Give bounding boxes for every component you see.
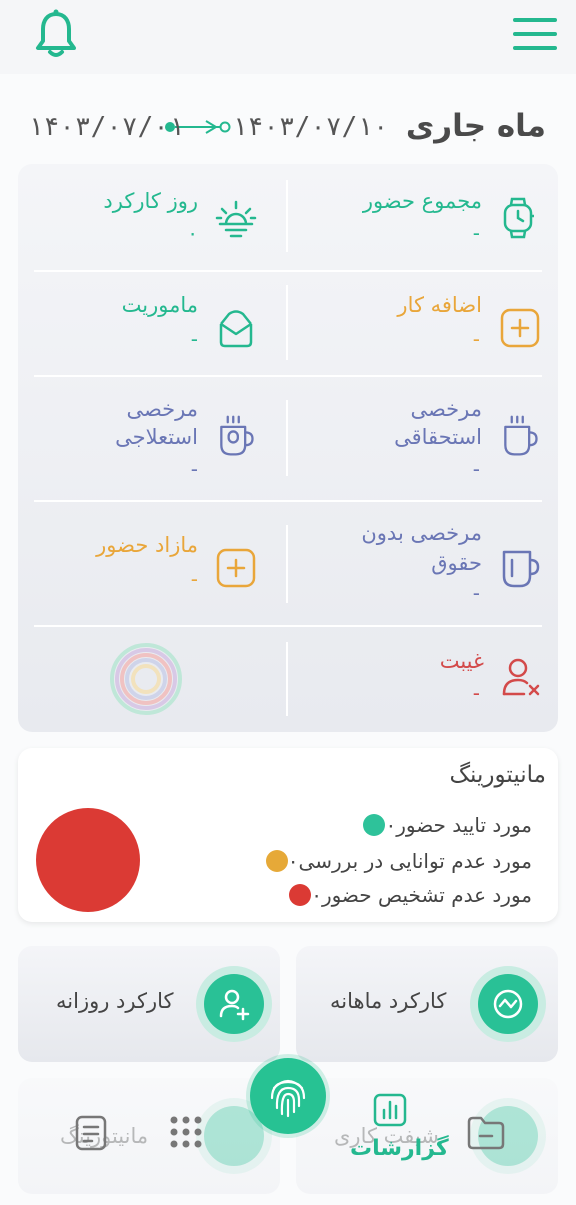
- sick-leave-value: -: [190, 457, 198, 481]
- sunrise-icon: [215, 200, 257, 238]
- plus-square-icon: [216, 548, 256, 588]
- entitled-leave-label-1: مرخصی: [410, 397, 482, 421]
- reports-chart-icon[interactable]: [372, 1092, 408, 1128]
- overtime-label: اضافه کار: [397, 293, 482, 317]
- divider: [286, 525, 288, 603]
- folder-icon[interactable]: [466, 1114, 506, 1152]
- legend-item: ۰ مورد عدم تشخیص حضور: [279, 880, 540, 910]
- divider: [286, 642, 288, 716]
- divider: [286, 400, 288, 476]
- work-days-label: روز کارکرد: [103, 189, 198, 213]
- monthly-work-icon[interactable]: [470, 966, 546, 1042]
- unpaid-leave-value: -: [472, 581, 480, 605]
- period-start-date: ۱۴۰۳/۰۷/۱۰: [232, 112, 389, 142]
- legend-dot-green: [363, 814, 386, 836]
- divider: [34, 375, 542, 377]
- unpaid-leave-label-2: حقوق: [431, 551, 482, 575]
- monitoring-pie-chart: [36, 808, 140, 912]
- monthly-work-label[interactable]: کارکرد ماهانه: [330, 989, 446, 1013]
- mission-label: ماموریت: [121, 293, 198, 317]
- monitoring-title: مانیتورینگ: [449, 762, 546, 788]
- user-remove-icon: [502, 658, 540, 696]
- fingerprint-button[interactable]: [250, 1058, 326, 1134]
- divider: [34, 625, 542, 627]
- summary-ring-icon: [110, 643, 182, 715]
- period-end-date: ۱۴۰۳/۰۷/۰۱: [28, 112, 185, 142]
- unpaid-leave-label-1: مرخصی بدون: [361, 521, 482, 545]
- legend-dot-red: [289, 884, 312, 906]
- legend-count: ۰: [385, 813, 397, 837]
- total-presence-label: مجموع حضور: [362, 189, 482, 213]
- work-days-value: ۰: [187, 221, 198, 245]
- list-document-icon[interactable]: [74, 1114, 108, 1152]
- sick-cup-icon: [220, 415, 254, 456]
- watch-icon: [503, 197, 534, 239]
- nav-reports-label[interactable]: گزارشات: [350, 1136, 449, 1161]
- bell-icon[interactable]: [34, 8, 78, 60]
- extra-presence-value: -: [190, 567, 198, 591]
- top-bar: [0, 0, 576, 74]
- legend-dot-orange: [265, 850, 288, 872]
- divider: [34, 270, 542, 272]
- legend-item: ۰ مورد عدم توانایی در بررسی: [256, 846, 540, 876]
- extra-presence-label: مازاد حضور: [96, 533, 198, 557]
- absence-label: غیبت: [439, 649, 484, 673]
- sick-leave-label-1: مرخصی: [126, 397, 198, 421]
- legend-count: ۰: [287, 849, 299, 873]
- sick-leave-label-2: استعلاجی: [115, 425, 198, 449]
- divider: [286, 180, 288, 252]
- absence-value: -: [472, 681, 480, 705]
- total-presence-value: -: [472, 221, 480, 245]
- daily-work-label[interactable]: کارکرد روزانه: [56, 989, 174, 1013]
- legend-label: مورد تایید حضور: [396, 813, 532, 837]
- plus-square-icon: [500, 308, 540, 348]
- period-title: ماه جاری: [405, 108, 546, 144]
- overtime-value: -: [472, 327, 480, 351]
- apps-grid-icon[interactable]: [168, 1114, 204, 1150]
- entitled-leave-label-2: استحقاقی: [394, 425, 482, 449]
- divider: [286, 285, 288, 360]
- coffee-cup-icon: [504, 415, 538, 456]
- legend-item: ۰ مورد تایید حضور: [353, 810, 540, 840]
- divider: [34, 500, 542, 502]
- entitled-leave-value: -: [472, 457, 480, 481]
- hamburger-menu-icon[interactable]: [510, 16, 560, 52]
- mug-icon: [502, 550, 540, 588]
- briefcase-icon: [219, 310, 253, 348]
- legend-count: ۰: [311, 883, 322, 907]
- mission-value: -: [190, 327, 198, 351]
- daily-work-icon[interactable]: [196, 966, 272, 1042]
- fingerprint-icon: [270, 1079, 306, 1118]
- legend-label: مورد عدم تشخیص حضور: [321, 883, 532, 907]
- legend-label: مورد عدم توانایی در بررسی: [298, 849, 532, 873]
